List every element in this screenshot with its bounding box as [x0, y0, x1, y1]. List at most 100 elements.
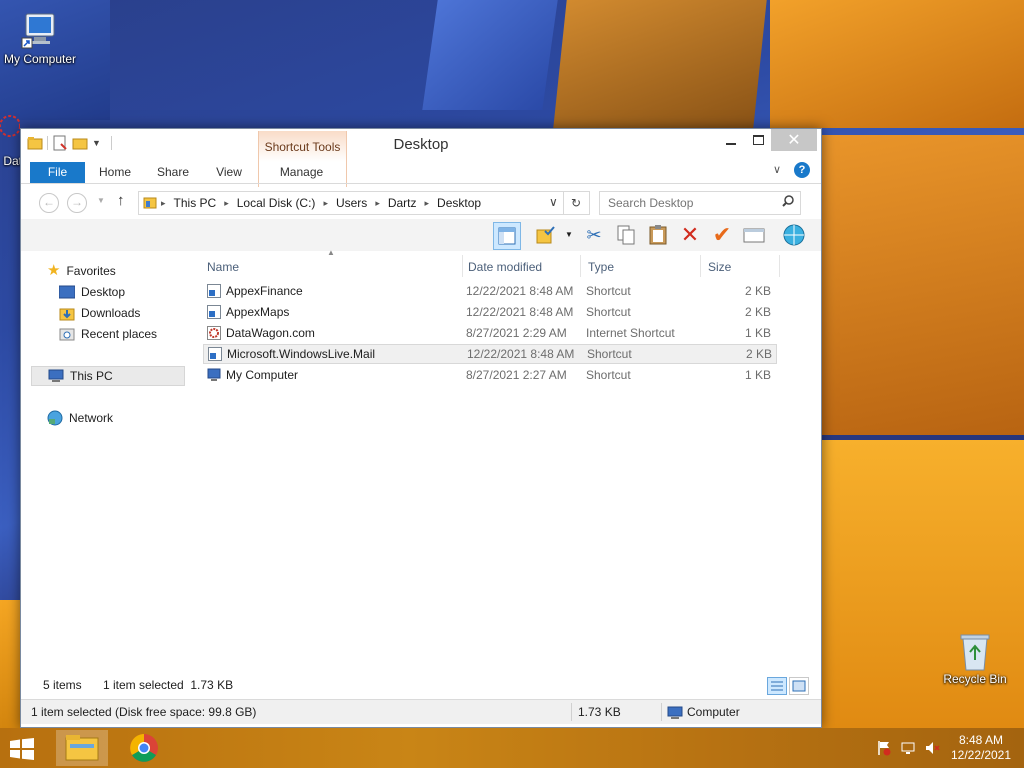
item-count: 5 items: [43, 678, 82, 692]
volume-muted-icon[interactable]: [924, 740, 940, 756]
file-name-cell: Microsoft.WindowsLive.Mail: [208, 344, 375, 364]
start-button[interactable]: [8, 738, 36, 760]
rename-button[interactable]: ✔: [709, 222, 735, 248]
cut-button[interactable]: ✂: [581, 222, 607, 248]
breadcrumb-item[interactable]: Local Disk (C:): [237, 192, 316, 214]
nav-recent-places[interactable]: Recent places: [59, 324, 157, 344]
nav-this-pc[interactable]: This PC: [31, 366, 185, 386]
file-size: 2 KB: [744, 284, 771, 298]
file-name: My Computer: [226, 368, 299, 382]
column-header-date[interactable]: Date modified: [468, 255, 578, 279]
network-globe-button[interactable]: [781, 222, 807, 248]
internet-shortcut-icon: [207, 326, 221, 340]
nav-label: This PC: [70, 369, 113, 383]
preview-pane-button[interactable]: [493, 222, 521, 250]
breadcrumb-item[interactable]: Dartz: [388, 192, 417, 214]
maximize-button[interactable]: [745, 129, 771, 151]
details-view-icon: [771, 681, 783, 691]
up-arrow-icon[interactable]: ↑: [117, 192, 125, 209]
tab-view[interactable]: View: [205, 162, 253, 183]
nav-desktop[interactable]: Desktop: [59, 282, 125, 302]
qat-divider: [110, 136, 112, 150]
file-row[interactable]: AppexFinance 12/22/2021 8:48 AM Shortcut…: [203, 281, 777, 301]
file-size: 2 KB: [745, 347, 772, 361]
nav-downloads[interactable]: Downloads: [59, 303, 140, 323]
nav-favorites[interactable]: ★ Favorites: [47, 261, 116, 281]
delete-button[interactable]: ✕: [677, 222, 703, 248]
location-label: Computer: [687, 705, 740, 719]
help-icon[interactable]: ?: [794, 162, 810, 178]
tab-share[interactable]: Share: [149, 162, 197, 183]
dropdown-icon[interactable]: ▼: [565, 230, 573, 239]
clock-date: 12/22/2021: [950, 748, 1012, 762]
folder-icon[interactable]: [27, 135, 43, 151]
search-input[interactable]: [606, 192, 780, 214]
refresh-icon[interactable]: ↻: [563, 192, 588, 214]
details-view-button[interactable]: [767, 677, 787, 695]
file-row[interactable]: AppexMaps 12/22/2021 8:48 AM Shortcut 2 …: [203, 302, 777, 322]
qat-dropdown-icon[interactable]: ▼: [92, 138, 101, 148]
action-center-flag-icon[interactable]: [876, 740, 892, 756]
forward-button[interactable]: →: [67, 193, 87, 213]
taskbar-file-explorer[interactable]: [56, 730, 108, 766]
preview-pane-icon: [498, 227, 516, 245]
tab-manage[interactable]: Manage: [258, 162, 345, 183]
breadcrumb-item[interactable]: Users: [336, 192, 367, 214]
taskbar-chrome[interactable]: [118, 730, 170, 766]
file-row-selected[interactable]: Microsoft.WindowsLive.Mail 12/22/2021 8:…: [203, 344, 777, 364]
recent-dropdown-icon[interactable]: ▼: [97, 196, 105, 205]
file-type: Shortcut: [586, 368, 631, 382]
column-header-size[interactable]: Size: [708, 255, 774, 279]
bg-pane: [553, 0, 767, 128]
desktop-icon-label: My Computer: [3, 52, 77, 66]
desktop-icon-my-computer[interactable]: My Computer: [0, 10, 80, 66]
minimize-button[interactable]: [717, 129, 745, 151]
desktop-icon-recycle-bin[interactable]: Recycle Bin: [935, 630, 1015, 686]
column-header-name[interactable]: Name: [207, 255, 462, 279]
search-box[interactable]: [599, 191, 801, 215]
properties-icon[interactable]: [52, 135, 68, 151]
breadcrumb-separator: ▸: [224, 198, 229, 208]
breadcrumb-separator: ▸: [161, 198, 166, 208]
search-icon[interactable]: [782, 195, 794, 210]
file-explorer-icon: [65, 735, 99, 761]
column-divider[interactable]: [700, 255, 701, 277]
file-row[interactable]: DataWagon.com 8/27/2021 2:29 AM Internet…: [203, 323, 777, 343]
properties-button[interactable]: [533, 222, 559, 248]
qat-divider: [47, 136, 48, 150]
address-dropdown-icon[interactable]: ∨: [549, 195, 558, 209]
file-type: Shortcut: [586, 305, 631, 319]
file-size: 2 KB: [744, 305, 771, 319]
quick-access-toolbar: ▼: [27, 135, 112, 151]
file-date: 8/27/2021 2:27 AM: [466, 368, 567, 382]
chevron-down-icon[interactable]: ∨: [773, 163, 781, 176]
globe-icon: [783, 224, 805, 246]
column-divider[interactable]: [462, 255, 463, 277]
address-bar[interactable]: ▸ This PC ▸ Local Disk (C:) ▸ Users ▸ Da…: [138, 191, 590, 215]
paste-button[interactable]: [645, 222, 671, 248]
network-tray-icon[interactable]: [900, 740, 916, 756]
back-button[interactable]: ←: [39, 193, 59, 213]
column-divider[interactable]: [580, 255, 581, 277]
file-date: 8/27/2021 2:29 AM: [466, 326, 567, 340]
new-folder-icon[interactable]: [72, 135, 88, 151]
close-button[interactable]: ✕: [771, 129, 817, 151]
open-button[interactable]: [741, 222, 767, 248]
nav-network[interactable]: Network: [47, 408, 113, 428]
copy-button[interactable]: [613, 222, 639, 248]
tab-home[interactable]: Home: [91, 162, 139, 183]
status-divider: [661, 703, 662, 721]
breadcrumb: ▸ This PC ▸ Local Disk (C:) ▸ Users ▸ Da…: [161, 192, 481, 214]
large-icons-view-button[interactable]: [789, 677, 809, 695]
column-divider[interactable]: [779, 255, 780, 277]
desktop-icon: [59, 285, 75, 299]
breadcrumb-separator: ▸: [323, 198, 328, 208]
system-clock[interactable]: 8:48 AM 12/22/2021: [948, 733, 1014, 763]
file-name-cell: AppexMaps: [207, 302, 289, 322]
column-header-type[interactable]: Type: [588, 255, 698, 279]
file-row[interactable]: My Computer 8/27/2021 2:27 AM Shortcut 1…: [203, 365, 777, 385]
breadcrumb-item[interactable]: This PC: [174, 192, 217, 214]
breadcrumb-item[interactable]: Desktop: [437, 192, 481, 214]
tab-file[interactable]: File: [30, 162, 85, 183]
file-name-cell: AppexFinance: [207, 281, 303, 301]
